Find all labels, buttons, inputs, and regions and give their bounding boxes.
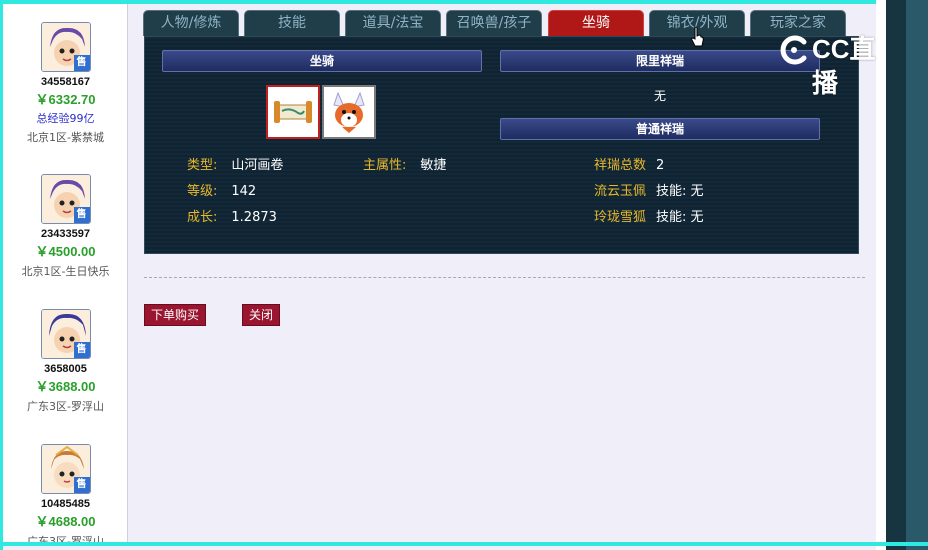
seller-price: ￥4688.00 [35,514,96,529]
seller-exp: 总经验99亿 [36,112,95,125]
sell-tag: 售 [73,55,90,71]
attr-type-value: 山河画卷 [231,158,284,173]
cc-logo-icon [780,35,807,65]
mount-detail-panel: 坐骑 限里祥瑞 无 普通祥瑞 类型: 山河画卷 主属性: 敏捷 等级: 142 成长:… [144,36,859,254]
close-button[interactable]: 关闭 [242,304,280,326]
attr-total: 祥瑞总数 2 [594,157,664,175]
seller-server: 广东3区-罗浮山 [27,535,104,542]
seller-server: 广东3区-罗浮山 [27,400,104,413]
cc-live-watermark: CC直播 [776,30,898,98]
attr-main-value: 敏捷 [420,158,447,173]
attr-level-value: 142 [231,184,257,199]
attr-fox-name: 玲珑雪狐 [594,210,647,225]
attr-ruyi-skill: 技能: 无 [656,184,704,199]
sell-tag: 售 [73,207,90,223]
limited-auspicious-header: 限里祥瑞 [500,50,820,72]
attr-type-label: 类型: [187,158,218,173]
attr-level-label: 等级: [187,184,218,199]
attr-main-label: 主属性: [363,158,407,173]
attr-ruyi: 流云玉佩 技能: 无 [594,183,704,201]
mouse-cursor [690,26,704,51]
divider [144,277,865,278]
seller-server: 北京1区-生日快乐 [21,265,110,278]
attr-growth: 成长: 1.2873 [187,209,277,227]
hand-cursor-icon [691,26,704,47]
tab-items[interactable]: 道具/法宝 [345,10,441,36]
seller-id: 23433597 [41,228,90,240]
attr-fox: 玲珑雪狐 技能: 无 [594,209,704,227]
avatar[interactable]: 售 [40,174,91,224]
sell-tag: 售 [73,342,90,358]
attr-growth-value: 1.2873 [231,210,277,225]
attr-total-value: 2 [656,158,665,173]
attr-type: 类型: 山河画卷 [187,157,283,175]
tab-skills[interactable]: 技能 [244,10,340,36]
avatar[interactable]: 售 [40,22,91,72]
scroll-icon [274,101,312,123]
watermark-text: CC直播 [812,34,876,98]
seller-price: ￥6332.70 [35,92,96,107]
limited-auspicious-value: 无 [653,89,666,103]
normal-auspicious-header: 普通祥瑞 [500,118,820,140]
seller-price: ￥4500.00 [35,244,96,259]
avatar[interactable]: 售 [40,444,91,494]
seller-price: ￥3688.00 [35,379,96,394]
seller-id: 3658005 [44,363,87,375]
attr-ruyi-name: 流云玉佩 [594,184,647,199]
mount-section-header: 坐骑 [162,50,482,72]
seller-id: 34558167 [41,76,90,88]
buy-button[interactable]: 下单购买 [144,304,206,326]
tab-pets[interactable]: 召唤兽/孩子 [446,10,542,36]
right-edge-teal [906,0,928,550]
attr-fox-skill: 技能: 无 [656,210,704,225]
item-slot[interactable] [322,85,376,139]
frame-top-border [0,0,928,4]
seller-card[interactable]: 售 34558167 ￥6332.70 总经验99亿 北京1区-紫禁城 [3,22,127,148]
seller-card[interactable]: 售 10485485 ￥4688.00 广东3区-罗浮山 [3,444,127,542]
detail-tabs: 人物/修炼 技能 道具/法宝 召唤兽/孩子 坐骑 锦衣/外观 玩家之家 [143,10,863,36]
avatar[interactable]: 售 [40,309,91,359]
attr-total-label: 祥瑞总数 [594,158,647,173]
seller-card[interactable]: 售 23433597 ￥4500.00 北京1区-生日快乐 [3,174,127,282]
tab-character[interactable]: 人物/修炼 [143,10,239,36]
seller-id: 10485485 [41,498,90,510]
seller-sidebar: 售 34558167 ￥6332.70 总经验99亿 北京1区-紫禁城 售 23… [3,4,128,542]
attr-level: 等级: 142 [187,183,256,201]
sell-tag: 售 [73,477,90,493]
tab-mounts[interactable]: 坐骑 [548,10,644,36]
attr-main: 主属性: 敏捷 [363,157,446,175]
snow-fox-icon [333,91,365,133]
seller-server: 北京1区-紫禁城 [27,131,104,144]
frame-bottom-border [0,542,928,546]
item-slot[interactable] [266,85,320,139]
attr-growth-label: 成长: [187,210,218,225]
seller-card[interactable]: 售 3658005 ￥3688.00 广东3区-罗浮山 [3,309,127,417]
